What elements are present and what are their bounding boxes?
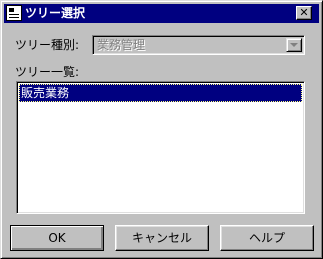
tree-type-label: ツリー種別: [15,38,80,52]
tree-type-select[interactable]: 業務管理 [92,35,305,55]
help-button[interactable]: ヘルプ [220,225,314,251]
chevron-down-icon [290,43,298,47]
tree-list[interactable]: 販売業務 [16,81,305,214]
list-item[interactable]: 販売業務 [19,84,302,102]
ok-button[interactable]: OK [10,225,104,251]
close-icon: ✕ [299,6,309,19]
title-bar[interactable]: ツリー選択 ✕ [4,4,319,23]
app-icon [6,5,22,21]
dialog-window: ツリー選択 ✕ ツリー種別: 業務管理 ツリー一覧: 販売業務 OK キャンセル… [0,0,323,259]
window-title: ツリー選択 [25,6,86,20]
tree-list-label: ツリー一覧: [15,65,80,79]
cancel-button[interactable]: キャンセル [115,225,209,251]
tree-type-value: 業務管理 [97,38,146,52]
dropdown-button[interactable] [286,38,302,52]
close-button[interactable]: ✕ [296,6,312,20]
